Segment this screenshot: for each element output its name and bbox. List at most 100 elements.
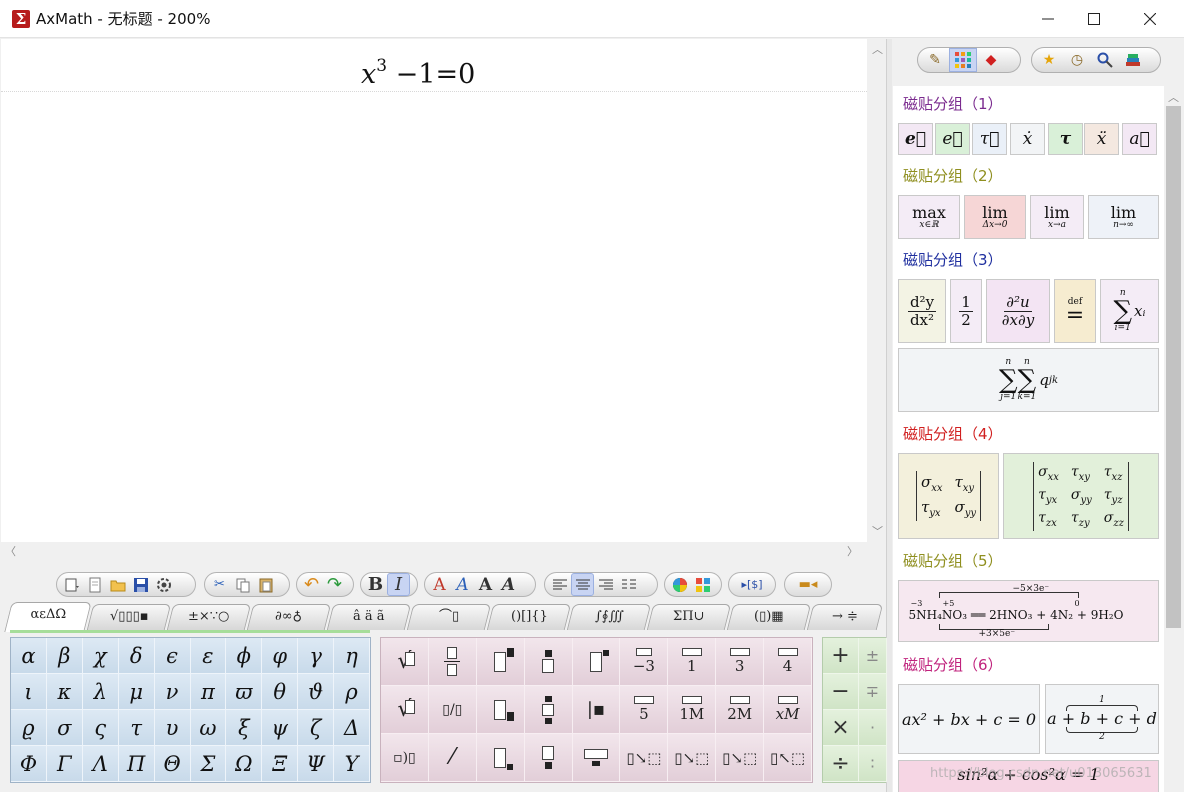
align-right-button[interactable] <box>594 573 617 596</box>
op-minus-sub[interactable]: ∓ <box>859 674 887 710</box>
group-5-header[interactable]: 磁贴分组（5） <box>903 552 1003 570</box>
tile-vector[interactable]: τ <box>1048 123 1083 155</box>
template-box-minus3[interactable]: −3 <box>620 638 669 686</box>
op-plus[interactable]: + <box>823 638 859 674</box>
tile-vector[interactable]: e⃗ <box>935 123 970 155</box>
template-box-1m[interactable]: 1M <box>668 686 717 734</box>
tab-accents[interactable]: â ä ã <box>326 604 412 630</box>
tile-vector[interactable]: ẍ <box>1084 123 1119 155</box>
panel-tab-favorites[interactable]: ★ <box>1035 48 1063 72</box>
panel-tab-edit[interactable]: ✎ <box>921 48 949 72</box>
greek-symbol[interactable]: λ <box>82 674 119 710</box>
greek-symbol[interactable]: ρ <box>334 674 370 710</box>
greek-symbol[interactable]: Π <box>118 746 155 782</box>
tile-half[interactable]: 12 <box>950 279 982 343</box>
new-menu-button[interactable] <box>60 573 83 596</box>
tab-greek[interactable]: αεΔΩ <box>4 602 92 632</box>
op-divide[interactable]: ÷ <box>823 746 859 782</box>
greek-symbol[interactable]: ν <box>154 674 191 710</box>
greek-symbol[interactable]: Φ <box>11 746 47 782</box>
greek-symbol[interactable]: Υ <box>334 746 370 782</box>
scroll-left-icon[interactable]: 〈 <box>5 543 16 559</box>
op-plus-sub[interactable]: ± <box>859 638 887 674</box>
tile-max[interactable]: max x∈ℝ <box>898 195 960 239</box>
greek-symbol[interactable]: Λ <box>82 746 119 782</box>
greek-symbol[interactable]: α <box>11 638 47 674</box>
font-color-button[interactable]: A <box>428 573 451 596</box>
greek-symbol[interactable]: ϑ <box>298 674 335 710</box>
template-wide-box[interactable] <box>572 734 621 782</box>
greek-symbol[interactable]: ϱ <box>11 710 47 746</box>
close-button[interactable] <box>1127 0 1173 38</box>
greek-symbol[interactable]: ς <box>82 710 119 746</box>
template-sub-super-right[interactable] <box>572 638 621 686</box>
undo-button[interactable]: ↶ <box>300 573 323 596</box>
tile-matrix-3x3[interactable]: σxx τxy τxz τyx σyy τyz τzx τzy σzz <box>1003 453 1159 539</box>
tile-sum[interactable]: n ∑ i=1 xᵢ <box>1100 279 1159 343</box>
formula-display[interactable]: x3 −1=0 <box>361 47 475 94</box>
greek-symbol[interactable]: Σ <box>190 746 227 782</box>
op-minus[interactable]: − <box>823 674 859 710</box>
italic-button[interactable]: I <box>387 573 410 596</box>
align-equation-button[interactable] <box>617 573 640 596</box>
template-sqrt[interactable]: √ <box>381 638 429 686</box>
tile-double-sum[interactable]: n ∑ j=1 n ∑ k=1 q jk <box>898 348 1159 412</box>
group-2-header[interactable]: 磁贴分组（2） <box>903 167 1003 185</box>
template-arrow-box-2[interactable]: ▯↘⬚ <box>668 734 717 782</box>
tile-lim-a[interactable]: lim x→a <box>1030 195 1084 239</box>
panel-tab-search[interactable] <box>1091 48 1119 72</box>
greek-symbol[interactable]: κ <box>46 674 83 710</box>
tab-scripts[interactable]: √▯▯▯▪ <box>86 604 172 630</box>
template-overscript[interactable] <box>524 638 573 686</box>
scroll-up-icon[interactable]: ︿ <box>872 41 883 57</box>
greek-symbol[interactable]: Γ <box>46 746 83 782</box>
greek-symbol[interactable]: Δ <box>334 710 370 746</box>
tile-vector[interactable]: ẋ <box>1010 123 1045 155</box>
greek-symbol[interactable]: Ω <box>226 746 263 782</box>
panel-tab-pin[interactable]: ◆ <box>977 48 1005 72</box>
tab-misc-symbols[interactable]: ∂∞♁ <box>246 604 332 630</box>
template-diagonal-fraction[interactable]: ⁄ <box>428 734 477 782</box>
group-3-header[interactable]: 磁贴分组（3） <box>903 251 1003 269</box>
scroll-down-icon[interactable]: ﹀ <box>872 523 883 539</box>
editor-horizontal-scrollbar[interactable]: 〈 〉 <box>1 542 868 560</box>
greek-symbol[interactable]: ϵ <box>154 638 191 674</box>
align-center-button[interactable] <box>571 573 594 596</box>
tile-brace-expression[interactable]: 1 a + b + c + d 2 <box>1045 684 1159 754</box>
template-underscript[interactable] <box>524 734 573 782</box>
new-file-button[interactable] <box>83 573 106 596</box>
tile-lim-delta[interactable]: lim Δx→0 <box>964 195 1026 239</box>
greek-symbol[interactable]: ψ <box>262 710 299 746</box>
toolbox-button[interactable]: ▬◂ <box>788 573 828 596</box>
panel-scrollbar[interactable]: ︿ <box>1164 86 1183 792</box>
template-arrow-box-4[interactable]: ▯↖⬚ <box>764 734 812 782</box>
tab-arcs[interactable]: ⌒▯ <box>406 604 492 630</box>
tab-brackets[interactable]: ()[]{} <box>486 604 572 630</box>
minimize-button[interactable] <box>1025 0 1071 38</box>
template-box-1[interactable]: 1 <box>668 638 717 686</box>
template-box-xm[interactable]: xM <box>764 686 812 734</box>
template-superscript[interactable] <box>476 638 525 686</box>
tile-quadratic[interactable]: ax² + bx + c = 0 <box>898 684 1040 754</box>
tile-vector[interactable]: e⃗ <box>898 123 933 155</box>
tile-matrix-2x2[interactable]: σxx τxy τyx σyy <box>898 453 999 539</box>
panel-tab-library[interactable] <box>1119 48 1147 72</box>
formula-editor[interactable]: x3 −1=0 <box>1 39 867 542</box>
font-bold-italic-button[interactable]: A <box>497 573 520 596</box>
greek-symbol[interactable]: τ <box>118 710 155 746</box>
op-times-sub[interactable]: · <box>859 710 887 746</box>
font-italic-style-button[interactable]: A <box>451 573 474 596</box>
greek-symbol[interactable]: ϖ <box>226 674 263 710</box>
group-4-header[interactable]: 磁贴分组（4） <box>903 425 1003 443</box>
tile-vector[interactable]: τ⃗ <box>972 123 1007 155</box>
color-palette-button[interactable] <box>691 573 714 596</box>
tab-integrals[interactable]: ∫∮∭ <box>566 604 652 630</box>
tile-vector[interactable]: a⃗ <box>1122 123 1157 155</box>
greek-symbol[interactable]: ξ <box>226 710 263 746</box>
template-box-5[interactable]: 5 <box>620 686 669 734</box>
editor-vertical-scrollbar[interactable]: ︿ ﹀ <box>868 39 886 542</box>
greek-symbol[interactable]: Ξ <box>262 746 299 782</box>
copy-button[interactable] <box>231 573 254 596</box>
template-fraction[interactable] <box>428 638 477 686</box>
group-6-header[interactable]: 磁贴分组（6） <box>903 656 1003 674</box>
